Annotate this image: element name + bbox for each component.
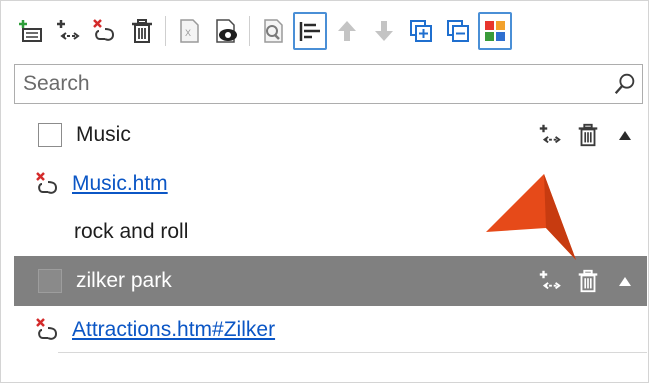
preview-button[interactable] bbox=[209, 12, 243, 50]
subterm-label: rock and roll bbox=[74, 220, 189, 243]
add-term-button[interactable] bbox=[14, 12, 48, 50]
term-label: zilker park bbox=[76, 269, 172, 292]
trash-icon bbox=[132, 19, 152, 43]
move-down-button[interactable] bbox=[367, 12, 401, 50]
add-link-icon[interactable] bbox=[535, 120, 565, 150]
sort-button[interactable] bbox=[293, 12, 327, 50]
remove-link-icon bbox=[93, 19, 115, 41]
term-checkbox[interactable] bbox=[38, 123, 62, 147]
arrow-up-icon bbox=[338, 21, 356, 41]
arrow-down-icon bbox=[375, 21, 393, 41]
trash-icon[interactable] bbox=[573, 120, 603, 150]
toolbar-separator bbox=[165, 16, 166, 46]
expand-all-icon bbox=[410, 20, 432, 42]
divider bbox=[58, 352, 647, 353]
svg-text:X: X bbox=[185, 28, 191, 38]
collapse-arrow-icon[interactable] bbox=[619, 130, 631, 140]
add-link-button[interactable] bbox=[51, 12, 85, 50]
export-icon: X bbox=[180, 19, 199, 43]
color-palette-button[interactable] bbox=[478, 12, 512, 50]
callout-arrow-icon bbox=[486, 174, 576, 260]
remove-link-icon[interactable] bbox=[34, 316, 62, 344]
collapse-all-button[interactable] bbox=[441, 12, 475, 50]
export-button[interactable]: X bbox=[172, 12, 206, 50]
move-up-button[interactable] bbox=[330, 12, 364, 50]
search-document-button[interactable] bbox=[256, 12, 290, 50]
delete-button[interactable] bbox=[125, 12, 159, 50]
collapse-arrow-icon[interactable] bbox=[619, 276, 631, 286]
topic-link[interactable]: Attractions.htm#Zilker bbox=[72, 318, 275, 342]
toolbar-separator bbox=[249, 16, 250, 46]
collapse-all-icon bbox=[447, 20, 469, 42]
term-label: Music bbox=[76, 123, 131, 146]
add-link-icon bbox=[57, 20, 80, 40]
toolbar: X bbox=[14, 10, 515, 52]
sort-icon bbox=[299, 22, 320, 41]
term-checkbox[interactable] bbox=[38, 269, 62, 293]
link-row-attractions: Attractions.htm#Zilker bbox=[14, 308, 647, 352]
preview-icon bbox=[216, 19, 237, 43]
remove-link-icon[interactable] bbox=[34, 170, 62, 198]
search-input[interactable] bbox=[15, 66, 608, 102]
search-icon[interactable] bbox=[608, 67, 642, 101]
search-box bbox=[14, 64, 643, 104]
expand-all-button[interactable] bbox=[404, 12, 438, 50]
topic-link[interactable]: Music.htm bbox=[72, 172, 168, 196]
remove-link-button[interactable] bbox=[88, 12, 122, 50]
term-row-music[interactable]: Music bbox=[14, 112, 647, 158]
search-document-icon bbox=[264, 19, 283, 43]
color-palette-icon bbox=[485, 21, 505, 41]
add-term-icon bbox=[19, 20, 42, 42]
